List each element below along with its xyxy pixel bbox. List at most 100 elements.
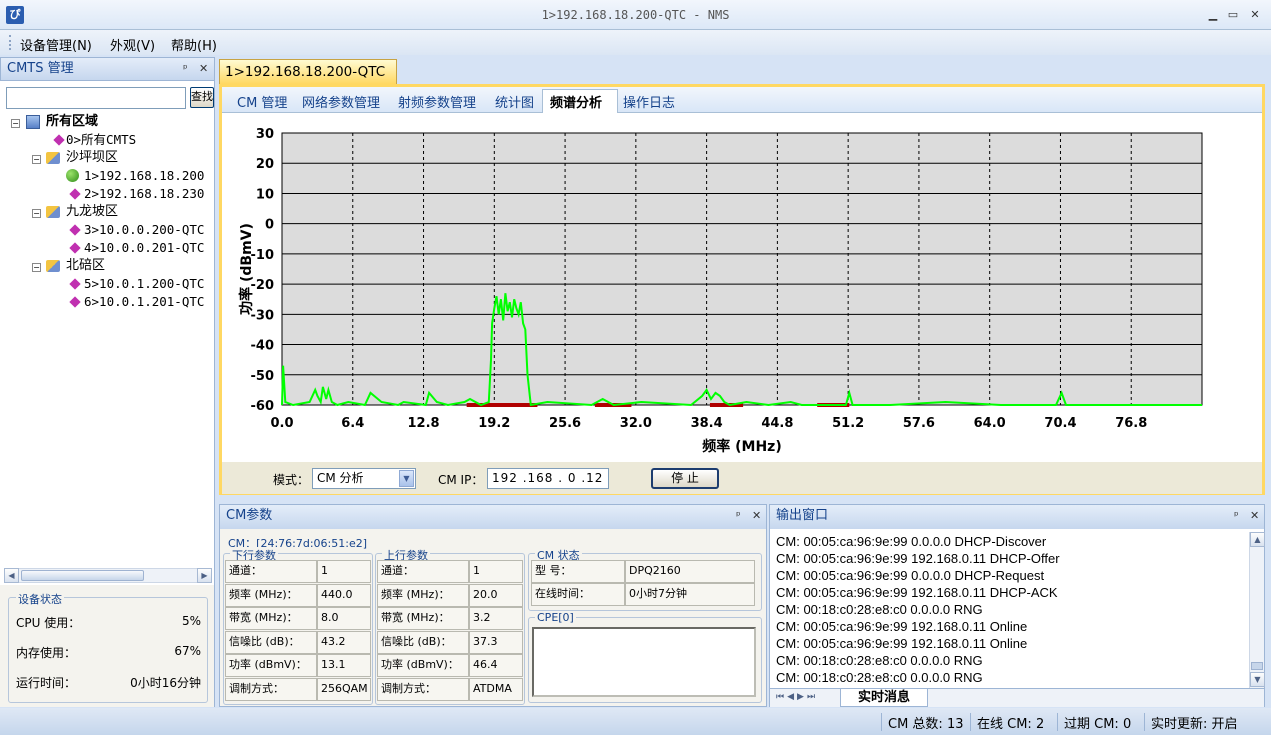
online-time-value: 0小时7分钟 xyxy=(625,583,755,606)
x-tick-label: 0.0 xyxy=(270,416,293,431)
memory-label: 内存使用： xyxy=(16,646,77,660)
upstream-value-5: ATDMA xyxy=(469,677,523,701)
maximize-icon[interactable]: ▭ xyxy=(1225,8,1241,22)
tree-group-shapingba[interactable]: 沙坪坝区 xyxy=(66,149,118,167)
output-log-line: CM: 00:05:ca:96:9e:99 192.168.0.11 DHCP-… xyxy=(776,585,1058,600)
realtime-update: 实时更新: 开启 xyxy=(1144,713,1238,732)
cm-params-title: CM参数 xyxy=(226,508,273,523)
cm-ip-input[interactable]: 192 .168 . 0 .12 xyxy=(487,468,609,489)
output-title: 输出窗口 xyxy=(776,508,829,523)
tree-item-cmts-5[interactable]: 5>10.0.1.200-QTC xyxy=(84,275,204,293)
tab-statistics[interactable]: 统计图 xyxy=(495,92,534,111)
y-tick-label: -40 xyxy=(251,339,275,354)
downstream-label-1: 频率 (MHz)： xyxy=(225,583,317,607)
collapse-icon[interactable]: − xyxy=(32,155,41,164)
y-tick-label: 20 xyxy=(256,157,274,172)
tree-root-all-regions[interactable]: 所有区域 xyxy=(46,113,98,131)
tree-item-all-cmts[interactable]: 0>所有CMTS xyxy=(66,131,136,149)
cm-ip-label: CM IP： xyxy=(438,473,484,487)
cpe-title: CPE[0] xyxy=(535,611,576,624)
tree-group-beibei[interactable]: 北碚区 xyxy=(66,257,105,275)
close-icon[interactable]: ✕ xyxy=(1250,505,1259,527)
downstream-value-4: 13.1 xyxy=(317,654,371,677)
downstream-value-5: 256QAM xyxy=(317,677,371,701)
online-time-label: 在线时间： xyxy=(531,583,625,606)
tab-rf-params[interactable]: 射频参数管理 xyxy=(398,92,476,111)
tab-operation-log[interactable]: 操作日志 xyxy=(623,92,675,111)
online-status-icon xyxy=(66,169,79,182)
mode-label: 模式： xyxy=(273,473,310,487)
scrollbar-thumb[interactable] xyxy=(1251,662,1263,670)
collapse-icon[interactable]: − xyxy=(11,119,20,128)
downstream-label-5: 调制方式： xyxy=(225,677,317,701)
tab-cm-management[interactable]: CM 管理 xyxy=(237,92,287,111)
tab-nav-arrows-icon[interactable]: ⏮◀▶⏭ xyxy=(776,692,818,702)
scroll-down-icon[interactable]: ▼ xyxy=(1250,672,1265,687)
output-log-line: CM: 00:05:ca:96:9e:99 0.0.0.0 DHCP-Reque… xyxy=(776,568,1045,583)
scroll-up-icon[interactable]: ▲ xyxy=(1250,532,1265,547)
cmts-icon xyxy=(69,188,81,200)
scroll-left-icon[interactable]: ◀ xyxy=(4,568,19,583)
upstream-value-0: 1 xyxy=(469,560,523,583)
tree-item-cmts-4[interactable]: 4>10.0.0.201-QTC xyxy=(84,239,204,257)
tree-item-cmts-6[interactable]: 6>10.0.1.201-QTC xyxy=(84,293,204,311)
cpe-list[interactable] xyxy=(532,627,756,697)
document-tab[interactable]: 1>192.168.18.200-QTC xyxy=(219,59,397,84)
output-log-line: CM: 00:05:ca:96:9e:99 192.168.0.11 Onlin… xyxy=(776,619,1028,634)
memory-value: 67% xyxy=(174,644,201,658)
upstream-label-2: 带宽 (MHz)： xyxy=(377,607,469,630)
stop-button[interactable]: 停 止 xyxy=(651,468,719,489)
pin-icon[interactable]: ᵖ xyxy=(1234,505,1239,527)
collapse-icon[interactable]: − xyxy=(32,209,41,218)
downstream-value-3: 43.2 xyxy=(317,630,371,654)
tree-item-cmts-2[interactable]: 2>192.168.18.230 xyxy=(84,185,204,203)
tab-network-params[interactable]: 网络参数管理 xyxy=(302,92,380,111)
region-group-icon xyxy=(46,260,60,272)
x-axis-label: 频率 (MHz) xyxy=(702,438,781,455)
menu-grip xyxy=(9,35,11,50)
pin-icon[interactable]: ᵖ xyxy=(183,58,188,80)
close-icon[interactable]: ✕ xyxy=(199,58,208,80)
collapse-icon[interactable]: − xyxy=(32,263,41,272)
close-icon[interactable]: ✕ xyxy=(1247,8,1263,22)
tree-item-cmts-1[interactable]: 1>192.168.18.200 xyxy=(84,167,204,185)
menu-device-management[interactable]: 设备管理(N) xyxy=(20,35,92,54)
chevron-down-icon[interactable]: ▼ xyxy=(399,470,414,487)
title-bar: ぴ 1>192.168.18.200-QTC - NMS ▁ ▭ ✕ xyxy=(0,0,1271,30)
upstream-label-3: 信噪比 (dB)： xyxy=(377,630,469,654)
y-tick-label: -50 xyxy=(251,369,275,384)
tree-item-cmts-3[interactable]: 3>10.0.0.200-QTC xyxy=(84,221,204,239)
cmts-search-input[interactable] xyxy=(6,87,186,109)
output-log-line: CM: 00:18:c0:28:e8:c0 0.0.0.0 RNG xyxy=(776,653,983,668)
cmts-icon xyxy=(53,134,65,146)
tab-spectrum-analysis[interactable]: 频谱分析 xyxy=(550,92,602,111)
cpu-value: 5% xyxy=(181,614,201,628)
minimize-icon[interactable]: ▁ xyxy=(1205,8,1221,22)
output-log-line: CM: 00:05:ca:96:9e:99 192.168.0.11 Onlin… xyxy=(776,636,1028,651)
scroll-right-icon[interactable]: ▶ xyxy=(197,568,212,583)
plot-area xyxy=(281,132,1203,406)
close-icon[interactable]: ✕ xyxy=(752,505,761,527)
menu-view[interactable]: 外观(V) xyxy=(110,35,155,54)
downstream-label-4: 功率 (dBmV)： xyxy=(225,654,317,677)
output-vertical-scrollbar[interactable]: ▲ ▼ xyxy=(1249,532,1265,688)
output-log: CM: 00:05:ca:96:9e:99 0.0.0.0 DHCP-Disco… xyxy=(776,533,1246,687)
cm-online: 在线 CM: 2 xyxy=(970,713,1044,732)
uptime-label: 运行时间： xyxy=(16,676,77,690)
device-status-title: 设备状态 xyxy=(16,591,64,607)
device-status-area: 设备状态 CPU 使用： 5% 内存使用： 67% 运行时间： 0小时16分钟 xyxy=(0,585,214,707)
menu-help[interactable]: 帮助(H) xyxy=(171,35,217,54)
mode-select[interactable]: CM 分析 ▼ xyxy=(312,468,416,489)
tree-horizontal-scrollbar[interactable]: ◀ ▶ xyxy=(4,568,212,583)
downstream-label-3: 信噪比 (dB)： xyxy=(225,630,317,654)
output-log-line: CM: 00:05:ca:96:9e:99 192.168.0.11 DHCP-… xyxy=(776,551,1060,566)
x-tick-label: 70.4 xyxy=(1044,416,1076,431)
cmts-icon xyxy=(69,242,81,254)
scrollbar-thumb[interactable] xyxy=(21,570,144,581)
tree-group-jiulongpo[interactable]: 九龙坡区 xyxy=(66,203,118,221)
search-button[interactable]: 查找 xyxy=(190,87,214,108)
region-group-icon xyxy=(46,206,60,218)
y-axis-label: 功率 (dBmV) xyxy=(238,223,255,315)
pin-icon[interactable]: ᵖ xyxy=(736,505,741,527)
tab-realtime-messages[interactable]: 实时消息 xyxy=(840,689,928,707)
